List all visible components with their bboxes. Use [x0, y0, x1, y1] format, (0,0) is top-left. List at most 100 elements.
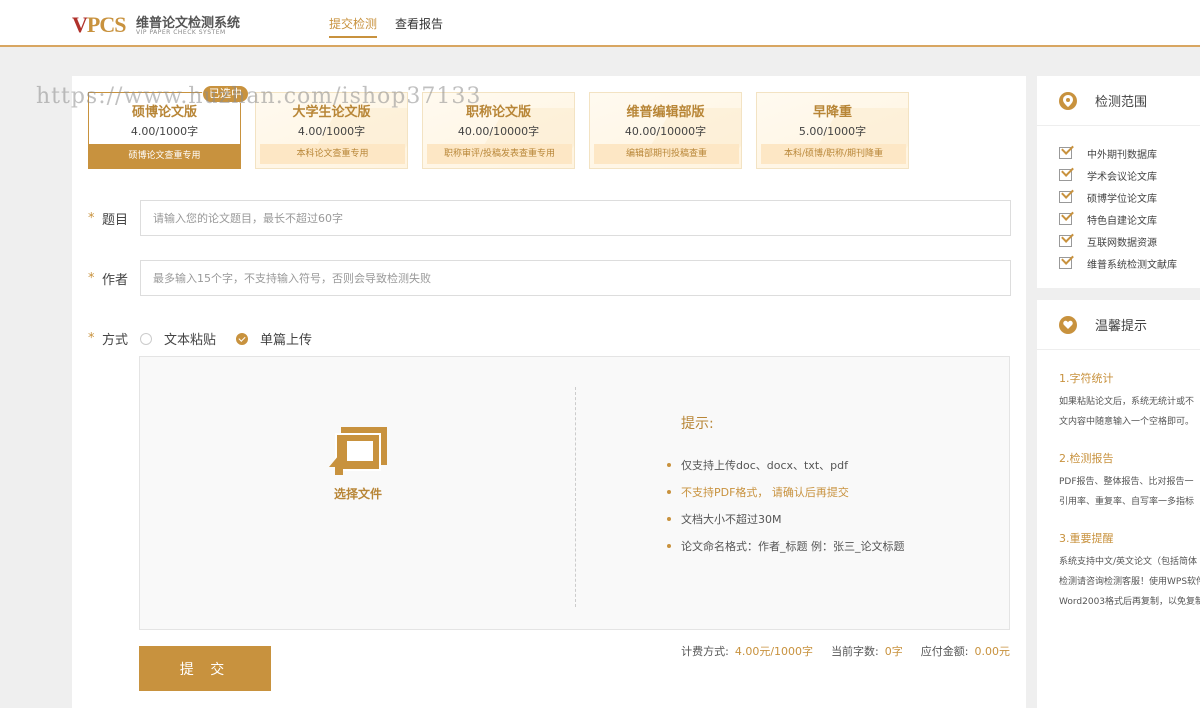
checkbox-checked-icon	[1059, 169, 1072, 181]
version-name: 维普编辑部版	[626, 105, 705, 120]
version-card-reduce[interactable]: 早降重 5.00/1000字 本科/硕博/职称/期刊降重	[756, 92, 909, 169]
title-label: 题目	[102, 212, 129, 228]
author-label: 作者	[102, 272, 129, 288]
tip-line: 文内容中随意输入一个空格即可。	[1059, 417, 1195, 427]
upload-area: 选择文件 提示: 仅支持上传doc、docx、txt、pdf 不支持PDF格式，…	[139, 356, 1010, 630]
tip-block-report: 2.检测报告 PDF报告、整体报告、比对报告一 引用率、重复率、自写率一多指标	[1059, 450, 1200, 512]
version-name: 大学生论文版	[292, 105, 371, 120]
upload-tip: 仅支持上传doc、docx、txt、pdf	[667, 451, 905, 478]
tip-line: 引用率、重复率、自写率一多指标	[1059, 497, 1195, 507]
version-price: 40.00/10000字	[624, 125, 707, 138]
version-list: 硕博论文版 4.00/1000字 硕博论文查重专用 大学生论文版 4.00/10…	[88, 92, 909, 169]
tip-heading: 1.字符统计	[1059, 372, 1114, 385]
title-row: * 题目	[72, 200, 1011, 236]
scope-title: 检测范围	[1095, 95, 1148, 110]
version-price: 4.00/1000字	[297, 125, 366, 138]
version-card-editorial[interactable]: 维普编辑部版 40.00/10000字 编辑部期刊投稿查重	[589, 92, 742, 169]
billing-method-label: 计费方式:	[681, 645, 729, 658]
checkbox-checked-icon	[1059, 213, 1072, 225]
radio-label: 单篇上传	[260, 333, 313, 348]
version-name: 职称论文版	[465, 105, 531, 120]
nav-view-report[interactable]: 查看报告	[395, 15, 443, 38]
nav-submit-check[interactable]: 提交检测	[329, 15, 378, 38]
version-card-master-doctor[interactable]: 硕博论文版 4.00/1000字 硕博论文查重专用	[88, 92, 241, 169]
title-input[interactable]	[140, 200, 1011, 236]
logo-subtitle: VIP PAPER CHECK SYSTEM	[136, 29, 226, 36]
scope-header: 检测范围	[1037, 76, 1200, 126]
detection-scope-panel: 检测范围 中外期刊数据库 学术会议论文库 硕博学位论文库 特色自建论文库 互联网…	[1037, 76, 1200, 288]
tip-block-char-count: 1.字符统计 如果粘贴论文后，系统无统计或不 文内容中随意输入一个空格即可。	[1059, 370, 1200, 432]
checkbox-checked-icon	[1059, 191, 1072, 203]
upload-divider	[575, 387, 576, 607]
scope-item: 维普系统检测文献库	[1059, 252, 1200, 274]
upload-tip-warning: 不支持PDF格式， 请确认后再提交	[667, 478, 905, 505]
version-desc: 硕博论文查重专用	[89, 144, 240, 168]
scope-item: 互联网数据资源	[1059, 230, 1200, 252]
radio-label: 文本粘贴	[164, 333, 217, 348]
top-header: VPCS 维普论文检测系统 VIP PAPER CHECK SYSTEM 提交检…	[0, 0, 1200, 47]
tip-line: 检测请咨询检测客服！使用WPS软件	[1059, 577, 1200, 587]
radio-circle-checked	[236, 332, 249, 345]
amount-label: 应付金额:	[920, 645, 969, 658]
radio-circle	[140, 332, 152, 345]
word-count-label: 当前字数:	[831, 645, 879, 658]
scope-item: 硕博学位论文库	[1059, 186, 1200, 208]
checkbox-checked-icon	[1059, 257, 1072, 269]
upload-tips-title: 提示:	[681, 416, 714, 432]
version-price: 4.00/1000字	[130, 125, 199, 138]
upload-tip: 论文命名格式：作者_标题 例：张三_论文标题	[667, 532, 905, 559]
billing-method-value: 4.00元/1000字	[734, 645, 814, 658]
tips-content: 1.字符统计 如果粘贴论文后，系统无统计或不 文内容中随意输入一个空格即可。 2…	[1037, 350, 1200, 612]
main-nav: 提交检测 查看报告	[329, 15, 443, 38]
checkbox-checked-icon	[1059, 147, 1072, 159]
tips-header: 温馨提示	[1037, 300, 1200, 350]
version-name: 硕博论文版	[131, 105, 197, 120]
checkbox-checked-icon	[1059, 235, 1072, 247]
version-desc: 编辑部期刊投稿查重	[594, 144, 739, 164]
author-row: * 作者	[72, 260, 1011, 296]
mode-row: * 方式 文本粘贴 单篇上传	[72, 329, 332, 348]
required-mark: *	[88, 270, 95, 286]
tip-block-reminder: 3.重要提醒 系统支持中文/英文论文（包括简体 检测请咨询检测客服！使用WPS软…	[1059, 530, 1200, 612]
billing-summary: 计费方式: 4.00元/1000字 当前字数: 0字 应付金额: 0.00元	[681, 643, 1010, 659]
submit-button[interactable]: 提 交	[139, 646, 271, 691]
tip-line: 系统支持中文/英文论文（包括简体	[1059, 557, 1198, 567]
amount-value: 0.00元	[974, 645, 1011, 658]
version-name: 早降重	[812, 105, 852, 120]
version-card-professional[interactable]: 职称论文版 40.00/10000字 职称审评/投稿发表查重专用	[422, 92, 575, 169]
scope-item: 中外期刊数据库	[1059, 142, 1200, 164]
radio-single-upload[interactable]: 单篇上传	[236, 329, 312, 348]
word-count-value: 0字	[884, 645, 903, 658]
scope-item: 特色自建论文库	[1059, 208, 1200, 230]
version-price: 40.00/10000字	[457, 125, 540, 138]
warm-tips-panel: 温馨提示 1.字符统计 如果粘贴论文后，系统无统计或不 文内容中随意输入一个空格…	[1037, 300, 1200, 708]
upload-tips-list: 仅支持上传doc、docx、txt、pdf 不支持PDF格式， 请确认后再提交 …	[667, 451, 905, 559]
version-desc: 职称审评/投稿发表查重专用	[427, 144, 572, 164]
upload-folder-icon	[329, 427, 387, 475]
version-price: 5.00/1000字	[798, 125, 867, 138]
selected-badge: 已选中	[202, 85, 249, 103]
required-mark: *	[88, 210, 95, 226]
scope-list: 中外期刊数据库 学术会议论文库 硕博学位论文库 特色自建论文库 互联网数据资源 …	[1037, 126, 1200, 274]
radio-text-paste[interactable]: 文本粘贴	[140, 329, 216, 348]
choose-file-label: 选择文件	[333, 487, 382, 501]
required-mark: *	[88, 331, 95, 346]
heart-icon	[1059, 315, 1077, 334]
tip-line: Word2003格式后再复制，以免复制	[1059, 597, 1200, 607]
upload-tip: 文档大小不超过30M	[667, 505, 905, 532]
mode-label: 方式	[102, 333, 129, 348]
choose-file-button[interactable]: 选择文件	[308, 425, 408, 502]
version-card-undergraduate[interactable]: 大学生论文版 4.00/1000字 本科论文查重专用	[255, 92, 408, 169]
main-panel: 硕博论文版 4.00/1000字 硕博论文查重专用 大学生论文版 4.00/10…	[72, 76, 1026, 708]
location-pin-icon	[1059, 91, 1077, 110]
tip-line: 如果粘贴论文后，系统无统计或不	[1059, 397, 1195, 407]
version-desc: 本科论文查重专用	[260, 144, 405, 164]
tip-heading: 3.重要提醒	[1059, 532, 1114, 545]
scope-item: 学术会议论文库	[1059, 164, 1200, 186]
author-input[interactable]	[140, 260, 1011, 296]
tip-heading: 2.检测报告	[1059, 452, 1114, 465]
tip-line: PDF报告、整体报告、比对报告一	[1059, 477, 1194, 487]
version-desc: 本科/硕博/职称/期刊降重	[761, 144, 906, 164]
tips-title: 温馨提示	[1095, 319, 1148, 334]
logo-mark: VPCS	[72, 12, 126, 37]
